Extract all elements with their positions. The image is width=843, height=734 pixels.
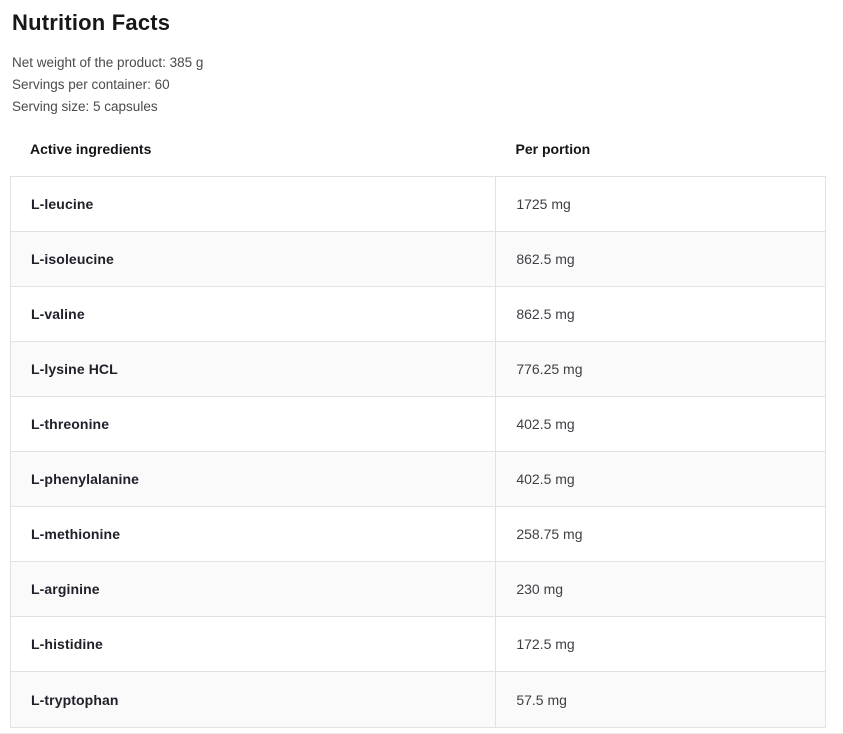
ingredient-cell: L-threonine — [11, 397, 495, 451]
ingredient-cell: L-histidine — [11, 617, 495, 671]
amount-cell: 862.5 mg — [495, 287, 825, 341]
table-row: L-arginine 230 mg — [11, 562, 825, 617]
table-row: L-valine 862.5 mg — [11, 287, 825, 342]
column-header-active-ingredients: Active ingredients — [10, 135, 496, 163]
amount-cell: 862.5 mg — [495, 232, 825, 286]
amount-cell: 258.75 mg — [495, 507, 825, 561]
product-meta: Net weight of the product: 385 g Serving… — [12, 52, 843, 118]
table-row: L-methionine 258.75 mg — [11, 507, 825, 562]
table-row: L-histidine 172.5 mg — [11, 617, 825, 672]
table-row: L-threonine 402.5 mg — [11, 397, 825, 452]
table-row: L-tryptophan 57.5 mg — [11, 672, 825, 727]
amount-cell: 172.5 mg — [495, 617, 825, 671]
amount-cell: 230 mg — [495, 562, 825, 616]
amount-cell: 57.5 mg — [495, 672, 825, 727]
ingredient-cell: L-leucine — [11, 177, 495, 231]
ingredient-cell: L-tryptophan — [11, 672, 495, 727]
table-row: L-leucine 1725 mg — [11, 177, 825, 232]
table-row: L-lysine HCL 776.25 mg — [11, 342, 825, 397]
table-row: L-phenylalanine 402.5 mg — [11, 452, 825, 507]
nutrition-facts-section: Nutrition Facts Net weight of the produc… — [0, 0, 843, 734]
serving-size-text: Serving size: 5 capsules — [12, 96, 843, 118]
ingredient-cell: L-phenylalanine — [11, 452, 495, 506]
column-header-per-portion: Per portion — [496, 135, 826, 163]
table-row: L-isoleucine 862.5 mg — [11, 232, 825, 287]
amount-cell: 402.5 mg — [495, 452, 825, 506]
ingredient-cell: L-methionine — [11, 507, 495, 561]
nutrition-table: L-leucine 1725 mg L-isoleucine 862.5 mg … — [10, 176, 826, 728]
ingredient-cell: L-arginine — [11, 562, 495, 616]
amount-cell: 1725 mg — [495, 177, 825, 231]
table-header-row: Active ingredients Per portion — [10, 135, 826, 163]
ingredient-cell: L-valine — [11, 287, 495, 341]
ingredient-cell: L-isoleucine — [11, 232, 495, 286]
amount-cell: 402.5 mg — [495, 397, 825, 451]
ingredient-cell: L-lysine HCL — [11, 342, 495, 396]
servings-per-container-text: Servings per container: 60 — [12, 74, 843, 96]
net-weight-text: Net weight of the product: 385 g — [12, 52, 843, 74]
page-title: Nutrition Facts — [0, 0, 843, 37]
amount-cell: 776.25 mg — [495, 342, 825, 396]
